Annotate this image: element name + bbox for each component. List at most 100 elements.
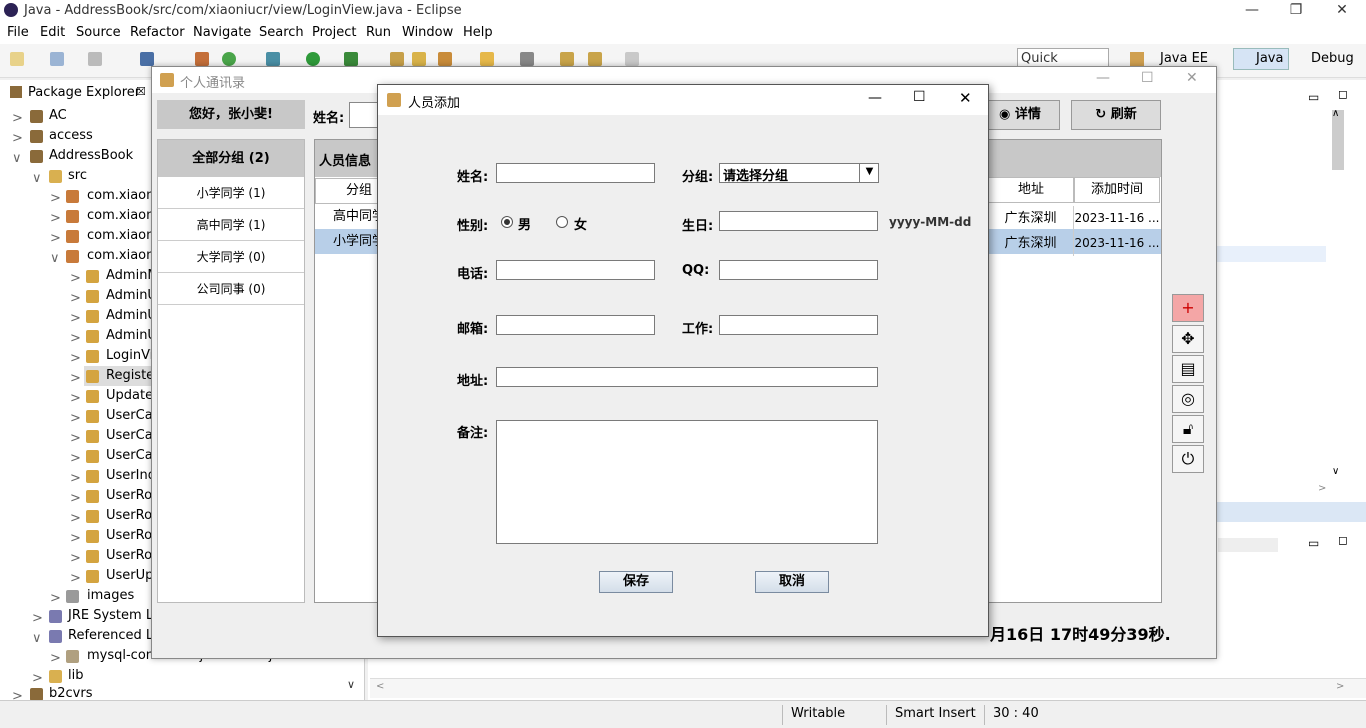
navigate-icon[interactable]: [195, 52, 209, 66]
note-textarea[interactable]: [496, 420, 878, 544]
tree-item[interactable]: com.xiaoni: [87, 248, 158, 263]
scroll-right-icon[interactable]: >: [1336, 681, 1344, 692]
menu-search[interactable]: Search: [259, 25, 304, 40]
work-input[interactable]: [719, 315, 878, 335]
group-select[interactable]: 请选择分组 ▼: [719, 163, 879, 184]
menu-refactor[interactable]: Refactor: [130, 25, 185, 40]
tree-item[interactable]: com.xiaoni: [87, 188, 158, 203]
add-contact-button[interactable]: +: [1172, 294, 1204, 322]
change-password-button[interactable]: 🔓︎: [1172, 415, 1204, 443]
birthday-input[interactable]: [719, 211, 878, 231]
name-input[interactable]: [496, 163, 655, 183]
minimize-view-icon[interactable]: ▭: [1308, 536, 1319, 550]
perspective-debug[interactable]: Debug: [1311, 51, 1354, 66]
email-input[interactable]: [496, 315, 655, 335]
tree-item[interactable]: UserUp: [106, 568, 153, 583]
maximize-view-icon[interactable]: ◻: [1338, 533, 1348, 547]
open-type-icon[interactable]: [390, 52, 404, 66]
dropdown-arrow-icon[interactable]: ▼: [859, 163, 879, 183]
maximize-icon[interactable]: ☐: [1141, 70, 1154, 86]
save-button[interactable]: 保存: [599, 571, 673, 593]
tree-item[interactable]: Update: [106, 388, 153, 403]
debug-icon[interactable]: [266, 52, 280, 66]
cell-time[interactable]: 2023-11-16 ...: [1074, 206, 1160, 231]
male-radio[interactable]: [501, 216, 513, 228]
tree-item[interactable]: com.xiaoni: [87, 208, 158, 223]
open-perspective-icon[interactable]: [1130, 52, 1144, 66]
last-edit-icon[interactable]: [560, 52, 574, 66]
menu-edit[interactable]: Edit: [40, 25, 65, 40]
cell-address[interactable]: 广东深圳: [988, 231, 1074, 256]
cell-address[interactable]: 广东深圳: [988, 206, 1074, 231]
tree-item[interactable]: AddressBook: [49, 148, 133, 163]
group-item[interactable]: 大学同学 (0): [158, 241, 304, 273]
group-item[interactable]: 高中同学 (1): [158, 209, 304, 241]
menu-help[interactable]: Help: [463, 25, 493, 40]
female-radio[interactable]: [556, 216, 568, 228]
tree-item[interactable]: UserRo: [106, 488, 152, 503]
logout-button[interactable]: ⏻: [1172, 445, 1204, 473]
close-icon[interactable]: ✕: [1332, 2, 1352, 18]
close-icon[interactable]: ✕: [959, 89, 972, 107]
forward-icon[interactable]: [625, 52, 639, 66]
tree-item[interactable]: src: [68, 168, 87, 183]
console-icon[interactable]: [140, 52, 154, 66]
scroll-left-icon[interactable]: <: [376, 681, 384, 692]
tree-item[interactable]: UserCat: [106, 448, 158, 463]
tree-item[interactable]: UserInd: [106, 468, 156, 483]
tree-item[interactable]: UserRo: [106, 528, 152, 543]
tree-item[interactable]: AdminU: [106, 328, 157, 343]
scrollbar-thumb[interactable]: [1332, 110, 1344, 170]
group-item[interactable]: 公司同事 (0): [158, 273, 304, 305]
address-input[interactable]: [496, 367, 878, 387]
view-toolbar[interactable]: [1218, 538, 1278, 552]
annotation-icon[interactable]: [480, 52, 494, 66]
menu-navigate[interactable]: Navigate: [193, 25, 251, 40]
tree-item[interactable]: images: [87, 588, 134, 603]
menu-window[interactable]: Window: [402, 25, 453, 40]
tree-item[interactable]: Registe: [106, 368, 154, 383]
new-package-icon[interactable]: [50, 52, 64, 66]
phone-input[interactable]: [496, 260, 655, 280]
group-manage-button[interactable]: ✥: [1172, 325, 1204, 353]
refresh-icon[interactable]: [222, 52, 236, 66]
user-profile-button[interactable]: ◎: [1172, 385, 1204, 413]
maximize-icon[interactable]: ☐: [913, 89, 926, 105]
new-icon[interactable]: [10, 52, 24, 66]
tree-item[interactable]: lib: [68, 668, 83, 683]
cell-time[interactable]: 2023-11-16 ...: [1074, 231, 1160, 256]
scroll-down-icon[interactable]: ∨: [1332, 466, 1339, 477]
save-icon[interactable]: [88, 52, 102, 66]
tree-item[interactable]: com.xiaoni: [87, 228, 158, 243]
perspective-java[interactable]: Java: [1256, 51, 1283, 66]
qq-input[interactable]: [719, 260, 878, 280]
coverage-icon[interactable]: [344, 52, 358, 66]
menu-file[interactable]: File: [7, 25, 29, 40]
tree-item[interactable]: UserRo: [106, 548, 152, 563]
tree-item[interactable]: access: [49, 128, 93, 143]
tree-item[interactable]: AdminU: [106, 308, 157, 323]
minimize-icon[interactable]: —: [868, 90, 882, 106]
scroll-up-icon[interactable]: ∧: [1332, 108, 1339, 119]
run-icon[interactable]: [306, 52, 320, 66]
maximize-view-icon[interactable]: ◻: [1338, 87, 1348, 101]
menu-project[interactable]: Project: [312, 25, 356, 40]
tree-item[interactable]: LoginVi: [106, 348, 153, 363]
search-icon[interactable]: [438, 52, 452, 66]
column-header-time[interactable]: 添加时间: [1074, 177, 1160, 203]
scroll-down-icon[interactable]: ∨: [347, 678, 355, 691]
all-groups-header[interactable]: 全部分组 (2): [158, 140, 304, 177]
menu-run[interactable]: Run: [366, 25, 391, 40]
scroll-right-icon[interactable]: >: [1318, 483, 1326, 494]
minimize-icon[interactable]: —: [1242, 2, 1262, 18]
close-icon[interactable]: ✕: [1186, 70, 1198, 86]
column-header-address[interactable]: 地址: [988, 177, 1074, 203]
tree-item[interactable]: UserCat: [106, 428, 158, 443]
cancel-button[interactable]: 取消: [755, 571, 829, 593]
detail-button[interactable]: ◉ 详情: [980, 100, 1060, 130]
open-task-icon[interactable]: [412, 52, 426, 66]
contact-card-button[interactable]: ▤: [1172, 355, 1204, 383]
close-view-icon[interactable]: ☒: [136, 85, 146, 98]
group-item[interactable]: 小学同学 (1): [158, 177, 304, 209]
restore-icon[interactable]: ❐: [1286, 2, 1306, 18]
